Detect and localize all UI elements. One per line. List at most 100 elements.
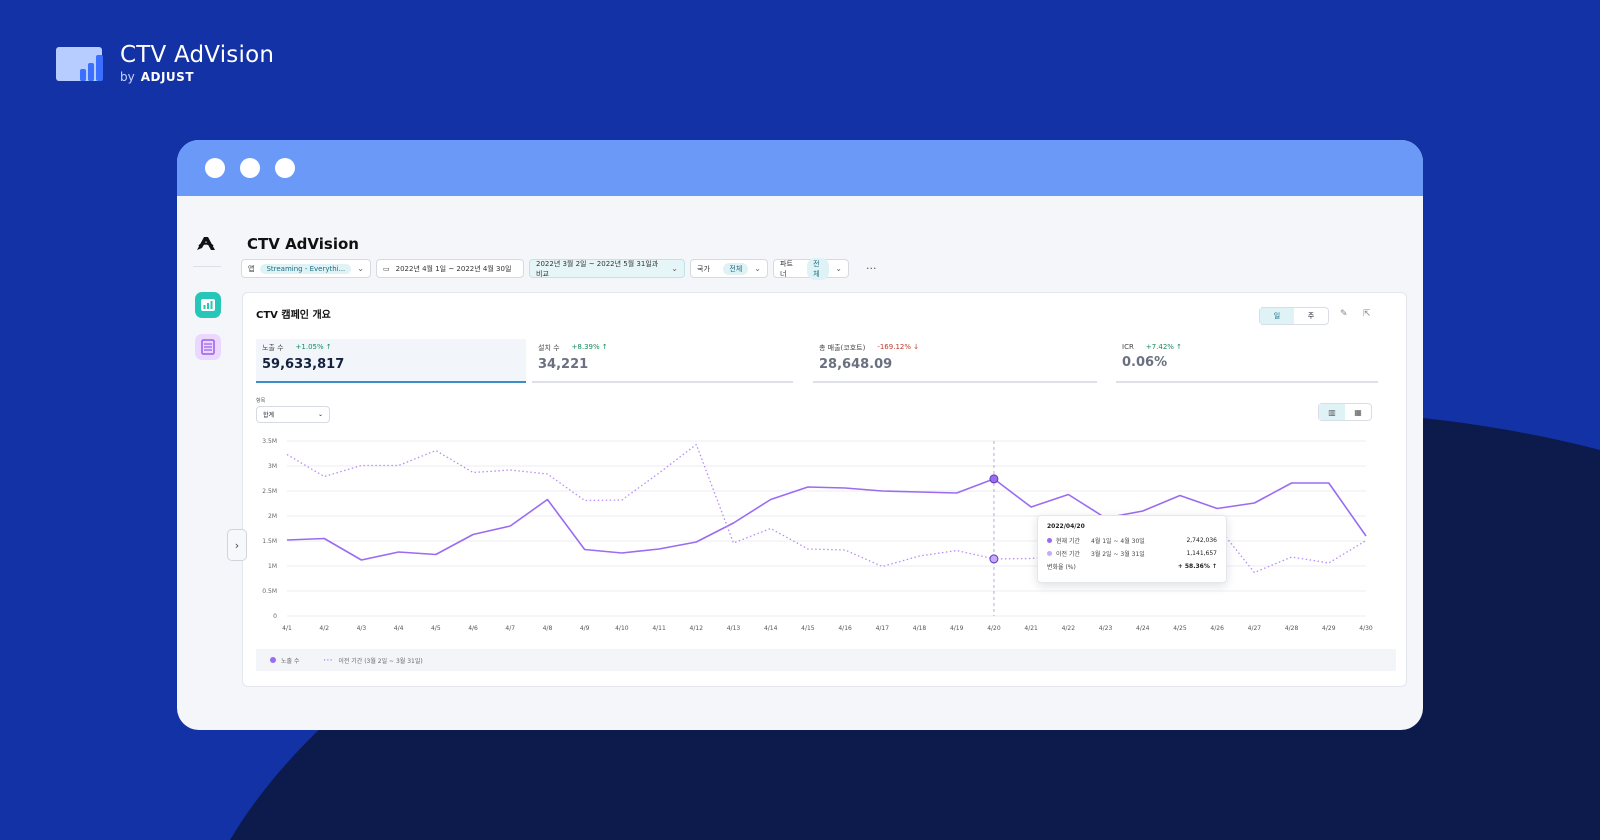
legend-item-previous[interactable]: ··· 이전 기간 (3월 2일 ~ 3월 31일) [323,656,422,665]
tooltip-previous-label: 이전 기간 [1056,551,1080,558]
partner-filter[interactable]: 파트너 전체 ⌄ [773,257,849,280]
tooltip-date: 2022/04/20 [1047,523,1085,530]
sidebar-item-dashboard[interactable] [195,292,221,318]
chevron-right-icon: › [234,538,240,552]
x-tick-label: 4/25 [1173,625,1187,632]
chart-tooltip: 2022/04/20 현재 기간 4월 1일 ~ 4월 30일 2,742,03… [1037,515,1227,583]
card-title: CTV 캠페인 개요 [256,310,331,321]
x-tick-label: 4/18 [913,625,927,632]
partner-filter-value: 전체 [807,257,830,280]
sidebar-item-reports[interactable] [195,334,221,360]
x-tick-label: 4/7 [505,625,515,632]
window-titlebar [177,140,1423,196]
x-tick-label: 4/8 [543,625,553,632]
brand-header: CTV AdVision by ADJUST [56,42,274,84]
x-tick-label: 4/14 [764,625,778,632]
y-tick-label: 1M [268,563,277,570]
kpi-impressions[interactable]: 노출 수 +1.05% ↑ 59,633,817 [256,339,526,383]
date-range-value: 2022년 4월 1일 ~ 2022년 4월 30일 [395,264,512,273]
tooltip-current-value: 2,742,036 [1186,537,1217,544]
x-tick-label: 4/15 [801,625,815,632]
kpi-underline [532,381,793,383]
sidebar [177,196,237,730]
x-tick-label: 4/4 [394,625,404,632]
table-icon [201,339,215,355]
tooltip-previous-range: 3월 2일 ~ 3월 31일 [1091,551,1145,558]
compare-range-value: 2022년 3월 2일 ~ 2022년 5월 31일과 비교 [536,259,659,278]
x-tick-label: 4/1 [282,625,292,632]
kpi-value: 59,633,817 [262,357,345,372]
compare-range-picker[interactable]: 2022년 3월 2일 ~ 2022년 5월 31일과 비교 ⌄ [529,259,685,278]
kpi-label: 노출 수 [262,344,284,352]
sidebar-expand-button[interactable]: › [227,529,247,561]
country-filter[interactable]: 국가 전체 ⌄ [690,259,768,278]
y-tick-label: 3.5M [262,438,277,445]
period-toggle: 일 주 [1259,307,1329,325]
x-tick-label: 4/16 [838,625,852,632]
x-tick-label: 4/2 [319,625,329,632]
app-filter[interactable]: 앱 Streaming - Everythi... ⌄ [241,259,371,278]
window-dot-minimize[interactable] [240,158,260,178]
kpi-underline [813,381,1097,383]
kpi-label: 설치 수 [538,344,560,352]
item-select[interactable]: 합계 ⌄ [256,406,330,423]
more-options-icon[interactable]: ··· [866,262,877,275]
x-tick-label: 4/19 [950,625,964,632]
y-tick-label: 3M [268,463,277,470]
calendar-icon: ▭ [383,264,390,273]
kpi-underline [1116,381,1378,383]
chart-legend: 노출 수 ··· 이전 기간 (3월 2일 ~ 3월 31일) [256,649,1396,671]
brand-company: ADJUST [140,70,195,84]
app-window: CTV AdVision 앱 Streaming - Everythi... ⌄… [177,140,1423,730]
app-filter-label: 앱 [248,264,255,273]
brand-logo-icon [56,47,103,81]
chevron-down-icon: ⌄ [671,264,678,273]
kpi-icr[interactable]: ICR +7.42% ↑ 0.06% [1116,339,1378,383]
app-filter-value: Streaming - Everythi... [260,263,352,274]
tooltip-current-range: 4월 1일 ~ 4월 30일 [1091,538,1145,545]
x-tick-label: 4/6 [468,625,478,632]
kpi-label: 총 매출(코호트) [819,344,866,352]
edit-icon[interactable]: ✎ [1340,309,1348,319]
x-tick-label: 4/17 [876,625,890,632]
chevron-down-icon: ⌄ [835,264,842,273]
chevron-down-icon: ⌄ [754,264,761,273]
toggle-day[interactable]: 일 [1260,308,1294,324]
sidebar-divider [193,266,221,267]
filter-bar: 앱 Streaming - Everythi... ⌄ ▭ 2022년 4월 1… [241,257,877,280]
window-dot-close[interactable] [205,158,225,178]
chart-view-icon[interactable]: ▥ [1319,404,1345,420]
kpi-revenue[interactable]: 총 매출(코호트) -169.12% ↓ 28,648.09 [813,339,1097,383]
x-tick-label: 4/3 [357,625,367,632]
kpi-installs[interactable]: 설치 수 +8.39% ↑ 34,221 [532,339,793,383]
date-range-picker[interactable]: ▭ 2022년 4월 1일 ~ 2022년 4월 30일 [376,259,524,278]
export-icon[interactable]: ⇱ [1363,309,1371,319]
kpi-row: 노출 수 +1.05% ↑ 59,633,817 설치 수 +8.39% ↑ 34,… [256,339,1396,383]
x-tick-label: 4/24 [1136,625,1150,632]
chevron-down-icon: ⌄ [317,411,323,418]
country-filter-value: 전체 [723,262,749,275]
item-select-value: 합계 [263,412,275,419]
chevron-down-icon: ⌄ [357,264,364,273]
window-dot-maximize[interactable] [275,158,295,178]
legend-label: 노출 수 [281,657,300,665]
kpi-change: -169.12% ↓ [877,343,920,351]
kpi-value: 0.06% [1122,355,1168,370]
toggle-week[interactable]: 주 [1294,308,1328,324]
table-view-icon[interactable]: ▦ [1345,404,1371,420]
kpi-change: +7.42% ↑ [1145,343,1183,351]
legend-label: 이전 기간 (3월 2일 ~ 3월 31일) [338,657,423,665]
kpi-change: +1.05% ↑ [295,343,332,351]
previous-period-dot-icon [1047,551,1052,556]
x-tick-label: 4/11 [652,625,666,632]
y-tick-label: 1.5M [262,538,277,545]
x-tick-label: 4/22 [1062,625,1076,632]
legend-item-current[interactable]: 노출 수 [270,656,299,665]
x-tick-label: 4/23 [1099,625,1113,632]
kpi-label: ICR [1122,343,1134,351]
impressions-line-chart: 0 0.5M 1M 1.5M 2M 2.5M 3M 3.5M 4/1 4/2 4/3 4/4 4/5 4/… [262,438,1373,632]
x-tick-label: 4/27 [1248,625,1262,632]
tooltip-change-label: 변화율 (%) [1047,564,1076,571]
adjust-logo-icon[interactable] [195,234,217,252]
y-tick-label: 2M [268,513,277,520]
